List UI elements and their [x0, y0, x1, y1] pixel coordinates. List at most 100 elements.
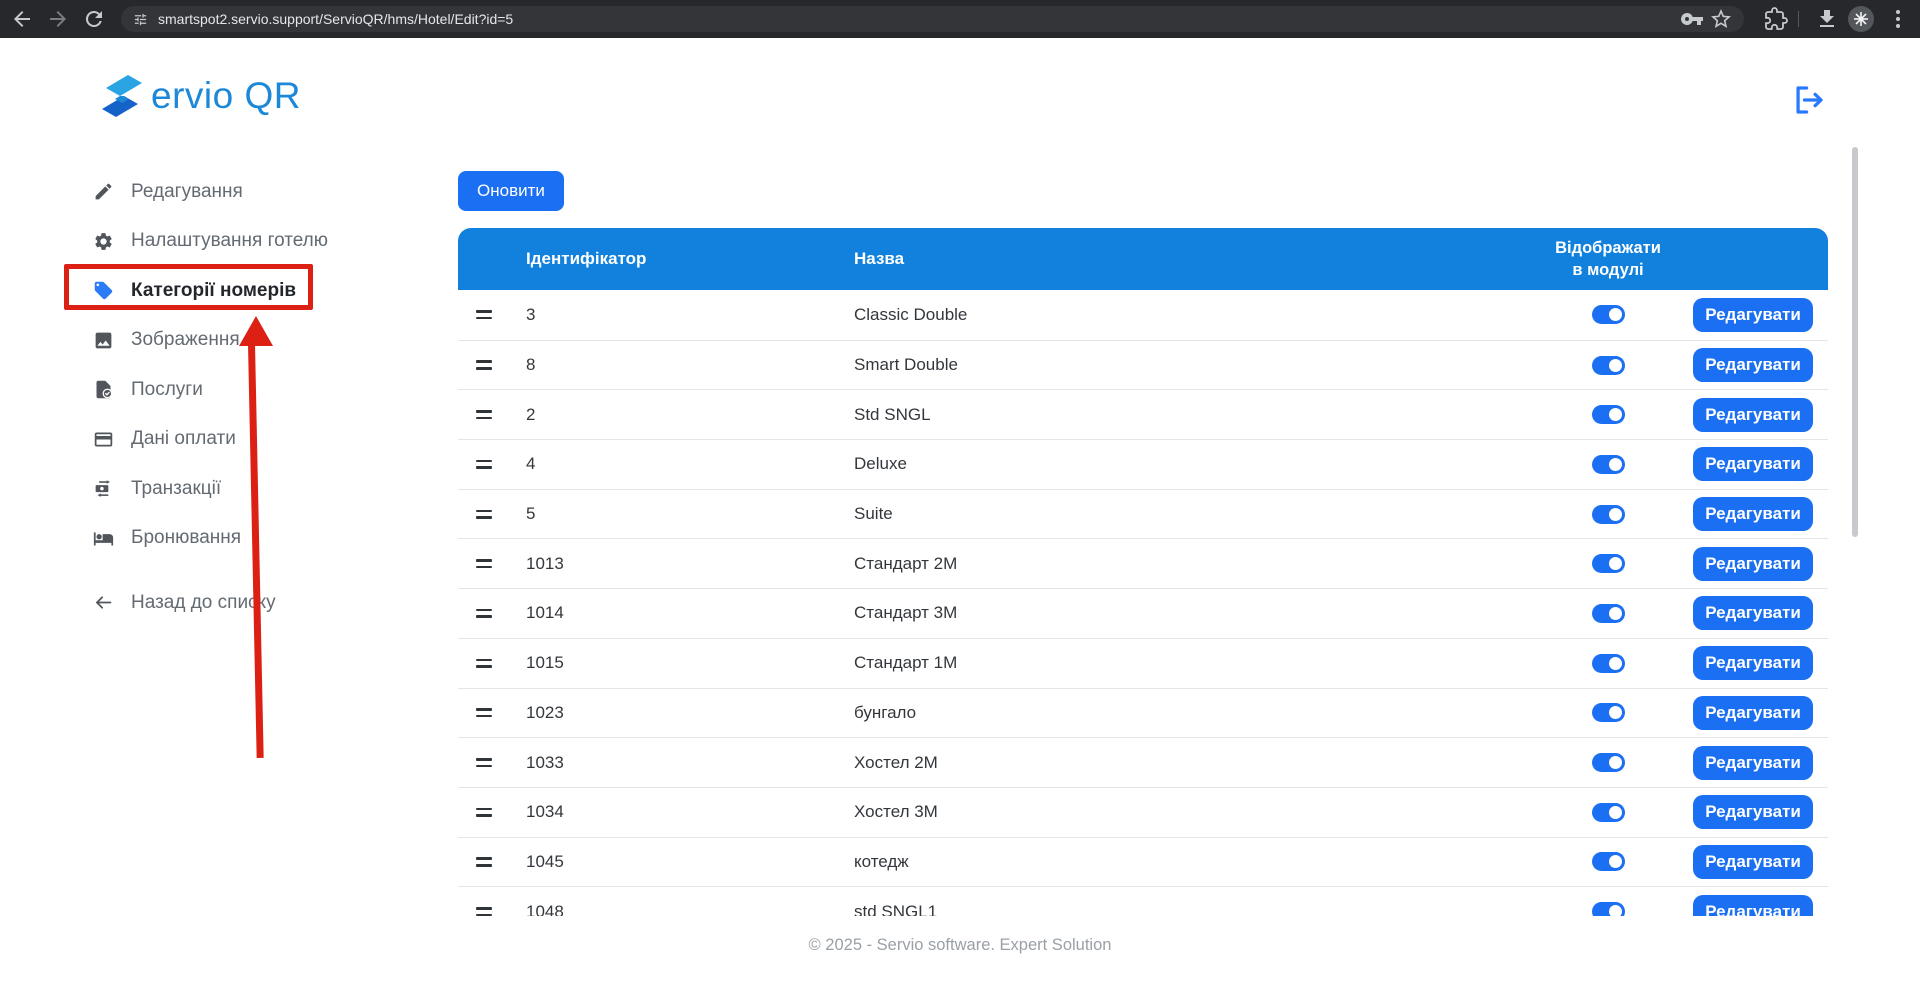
drag-handle-icon[interactable] [476, 460, 492, 469]
edit-button[interactable]: Редагувати [1693, 895, 1813, 916]
table-row: 1048 std SNGL1 Редагувати [458, 886, 1828, 916]
credit-card-icon [93, 429, 114, 450]
refresh-button[interactable]: Оновити [458, 171, 564, 211]
row-name: Хостел 3М [838, 802, 1538, 822]
sidebar-item-images[interactable]: Зображення [93, 316, 393, 366]
sidebar-item-payment-data[interactable]: Дані оплати [93, 415, 393, 465]
visibility-toggle[interactable] [1592, 654, 1625, 673]
visibility-toggle[interactable] [1592, 455, 1625, 474]
reload-icon[interactable] [82, 7, 106, 31]
sidebar-item-room-categories[interactable]: Категорії номерів [93, 266, 393, 316]
header-identifier: Ідентифікатор [510, 249, 838, 269]
edit-button[interactable]: Редагувати [1693, 746, 1813, 780]
sidebar-back-to-list[interactable]: Назад до списку [93, 578, 393, 628]
url-bar[interactable]: smartspot2.servio.support/ServioQR/hms/H… [121, 6, 1744, 32]
star-icon[interactable] [1709, 7, 1733, 31]
drag-handle-icon[interactable] [476, 510, 492, 519]
sidebar-item-label: Редагування [131, 181, 243, 203]
table-row: 1015 Стандарт 1М Редагувати [458, 638, 1828, 688]
sidebar-item-label: Транзакції [131, 478, 221, 500]
row-name: бунгало [838, 703, 1538, 723]
brand-logo[interactable]: ervio QR [98, 72, 301, 120]
table-row: 4 Deluxe Редагувати [458, 439, 1828, 489]
visibility-toggle[interactable] [1592, 356, 1625, 375]
extensions-icon[interactable] [1764, 7, 1788, 31]
drag-handle-icon[interactable] [476, 907, 492, 916]
document-check-icon [93, 379, 114, 400]
sidebar-item-label: Послуги [131, 379, 203, 401]
visibility-toggle[interactable] [1592, 753, 1625, 772]
back-icon[interactable] [10, 7, 34, 31]
edit-button[interactable]: Редагувати [1693, 398, 1813, 432]
table-row: 3 Classic Double Редагувати [458, 290, 1828, 340]
row-identifier: 1048 [510, 902, 838, 916]
visibility-toggle[interactable] [1592, 505, 1625, 524]
drag-handle-icon[interactable] [476, 609, 492, 618]
servio-logo-icon [98, 72, 146, 120]
categories-table: Ідентифікатор Назва Відображати в модулі… [458, 228, 1828, 916]
app-window: smartspot2.servio.support/ServioQR/hms/H… [0, 0, 1920, 987]
tune-icon[interactable] [133, 12, 148, 27]
drag-handle-icon[interactable] [476, 758, 492, 767]
key-icon[interactable] [1680, 7, 1704, 31]
sidebar-item-editing[interactable]: Редагування [93, 167, 393, 217]
sidebar-item-services[interactable]: Послуги [93, 365, 393, 415]
edit-button[interactable]: Редагувати [1693, 348, 1813, 382]
edit-button[interactable]: Редагувати [1693, 298, 1813, 332]
brand-logo-text: ervio QR [151, 75, 301, 117]
menu-icon[interactable] [1886, 7, 1910, 31]
row-name: Хостел 2М [838, 753, 1538, 773]
sidebar-item-label: Категорії номерів [131, 280, 296, 302]
drag-handle-icon[interactable] [476, 310, 492, 319]
sidebar-item-transactions[interactable]: Транзакції [93, 464, 393, 514]
drag-handle-icon[interactable] [476, 808, 492, 817]
url-text[interactable]: smartspot2.servio.support/ServioQR/hms/H… [158, 11, 513, 27]
row-identifier: 3 [510, 305, 838, 325]
row-name: Std SNGL [838, 405, 1538, 425]
drag-handle-icon[interactable] [476, 360, 492, 369]
table-row: 1014 Стандарт 3М Редагувати [458, 588, 1828, 638]
scrollbar[interactable] [1852, 147, 1858, 537]
row-name: Стандарт 2М [838, 554, 1538, 574]
edit-button[interactable]: Редагувати [1693, 845, 1813, 879]
visibility-toggle[interactable] [1592, 703, 1625, 722]
visibility-toggle[interactable] [1592, 305, 1625, 324]
download-icon[interactable] [1815, 7, 1839, 31]
table-row: 8 Smart Double Редагувати [458, 340, 1828, 390]
visibility-toggle[interactable] [1592, 405, 1625, 424]
visibility-toggle[interactable] [1592, 852, 1625, 871]
edit-button[interactable]: Редагувати [1693, 447, 1813, 481]
edit-button[interactable]: Редагувати [1693, 795, 1813, 829]
edit-button[interactable]: Редагувати [1693, 547, 1813, 581]
sidebar-item-label: Назад до списку [131, 592, 276, 614]
row-identifier: 8 [510, 355, 838, 375]
avatar[interactable] [1848, 6, 1874, 32]
logout-icon[interactable] [1791, 83, 1825, 117]
forward-icon[interactable] [46, 7, 70, 31]
row-name: std SNGL1 [838, 902, 1538, 916]
edit-button[interactable]: Редагувати [1693, 646, 1813, 680]
visibility-toggle[interactable] [1592, 803, 1625, 822]
drag-handle-icon[interactable] [476, 559, 492, 568]
edit-button[interactable]: Редагувати [1693, 596, 1813, 630]
tag-icon [93, 280, 114, 301]
row-identifier: 5 [510, 504, 838, 524]
drag-handle-icon[interactable] [476, 708, 492, 717]
drag-handle-icon[interactable] [476, 857, 492, 866]
row-identifier: 2 [510, 405, 838, 425]
visibility-toggle[interactable] [1592, 604, 1625, 623]
avatar-star-pattern [1853, 11, 1869, 27]
gear-icon [93, 231, 114, 252]
drag-handle-icon[interactable] [476, 659, 492, 668]
row-name: Smart Double [838, 355, 1538, 375]
drag-handle-icon[interactable] [476, 410, 492, 419]
edit-button[interactable]: Редагувати [1693, 497, 1813, 531]
visibility-toggle[interactable] [1592, 554, 1625, 573]
table-row: 5 Suite Редагувати [458, 489, 1828, 539]
footer-copyright: © 2025 - Servio software. Expert Solutio… [0, 936, 1920, 955]
visibility-toggle[interactable] [1592, 902, 1625, 916]
sidebar-item-hotel-settings[interactable]: Налаштування готелю [93, 217, 393, 267]
edit-button[interactable]: Редагувати [1693, 696, 1813, 730]
sidebar-item-label: Бронювання [131, 527, 241, 549]
sidebar-item-bookings[interactable]: Бронювання [93, 514, 393, 564]
